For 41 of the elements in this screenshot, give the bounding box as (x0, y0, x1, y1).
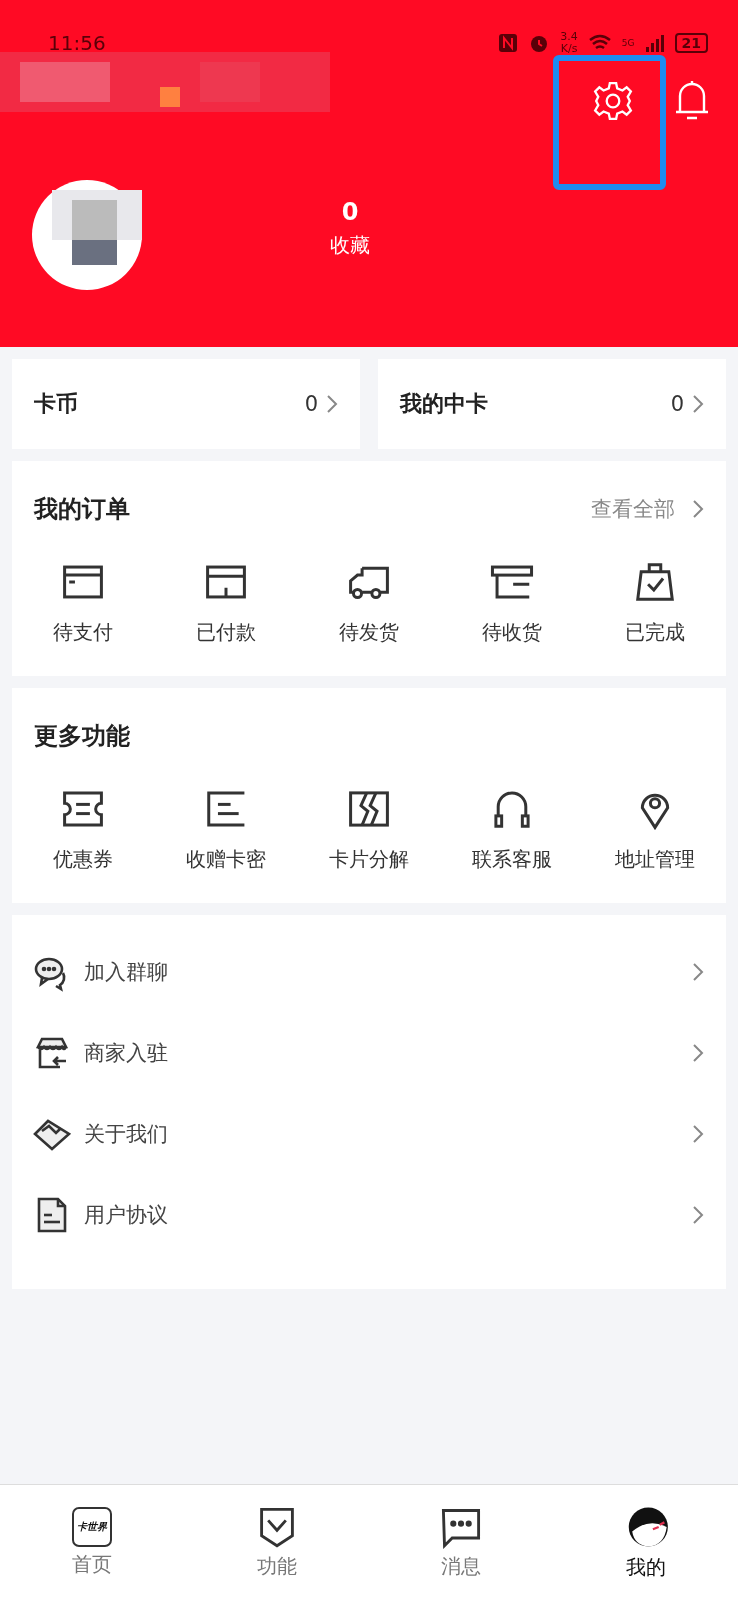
order-status-label[interactable]: 已付款 (196, 619, 257, 646)
app-logo: 卡世界 (72, 1507, 113, 1547)
chevron-right-icon (692, 1123, 704, 1144)
menu-item[interactable]: 用户协议 (84, 1200, 680, 1229)
balance-card[interactable]: 卡币 0 (12, 359, 360, 449)
chevron-right-icon (692, 499, 704, 519)
favorites-label: 收藏 (330, 232, 370, 259)
network-speed: 3.4 K/s (560, 31, 578, 55)
feature-label[interactable]: 地址管理 (614, 846, 695, 873)
feature-label[interactable]: 卡片分解 (329, 846, 409, 873)
menu-item[interactable]: 关于我们 (84, 1119, 680, 1148)
feature-label[interactable]: 联系客服 (471, 846, 552, 873)
chevron-right-icon (692, 961, 704, 982)
favorites-count: 0 (341, 198, 359, 226)
chevron-right-icon (692, 1204, 704, 1225)
nav-tab[interactable]: 卡世界 首页 (0, 1485, 185, 1600)
menu-item[interactable]: 商家入驻 (84, 1038, 680, 1067)
battery-level: 21 (674, 33, 708, 53)
chevron-right-icon (692, 1042, 704, 1063)
network-type: 5G (621, 38, 635, 48)
order-status-label[interactable]: 待发货 (339, 619, 399, 646)
balance-card[interactable]: 我的中卡 0 (378, 359, 726, 449)
wifi-icon (587, 34, 612, 52)
settings-icon[interactable] (592, 80, 634, 122)
chevron-right-icon (326, 394, 338, 414)
chevron-right-icon (692, 394, 704, 414)
signal-icon (644, 34, 665, 52)
nav-tab[interactable]: 消息 (369, 1485, 554, 1600)
status-time: 11:56 (48, 31, 106, 55)
order-status-label[interactable]: 已完成 (624, 619, 685, 646)
nfc-icon (498, 33, 519, 53)
feature-label[interactable]: 收赠卡密 (186, 846, 267, 873)
section-title: 我的订单 (34, 494, 131, 525)
menu-item[interactable]: 加入群聊 (84, 957, 680, 986)
section-title: 更多功能 (34, 721, 131, 752)
feature-label[interactable]: 优惠券 (53, 846, 114, 873)
view-all-link[interactable]: 查看全部 (591, 495, 676, 523)
order-status-label[interactable]: 待收货 (481, 619, 542, 646)
nav-tab[interactable]: 功能 (184, 1485, 369, 1600)
order-status-label[interactable]: 待支付 (53, 619, 114, 646)
nav-tab[interactable]: 我的 (553, 1485, 738, 1600)
